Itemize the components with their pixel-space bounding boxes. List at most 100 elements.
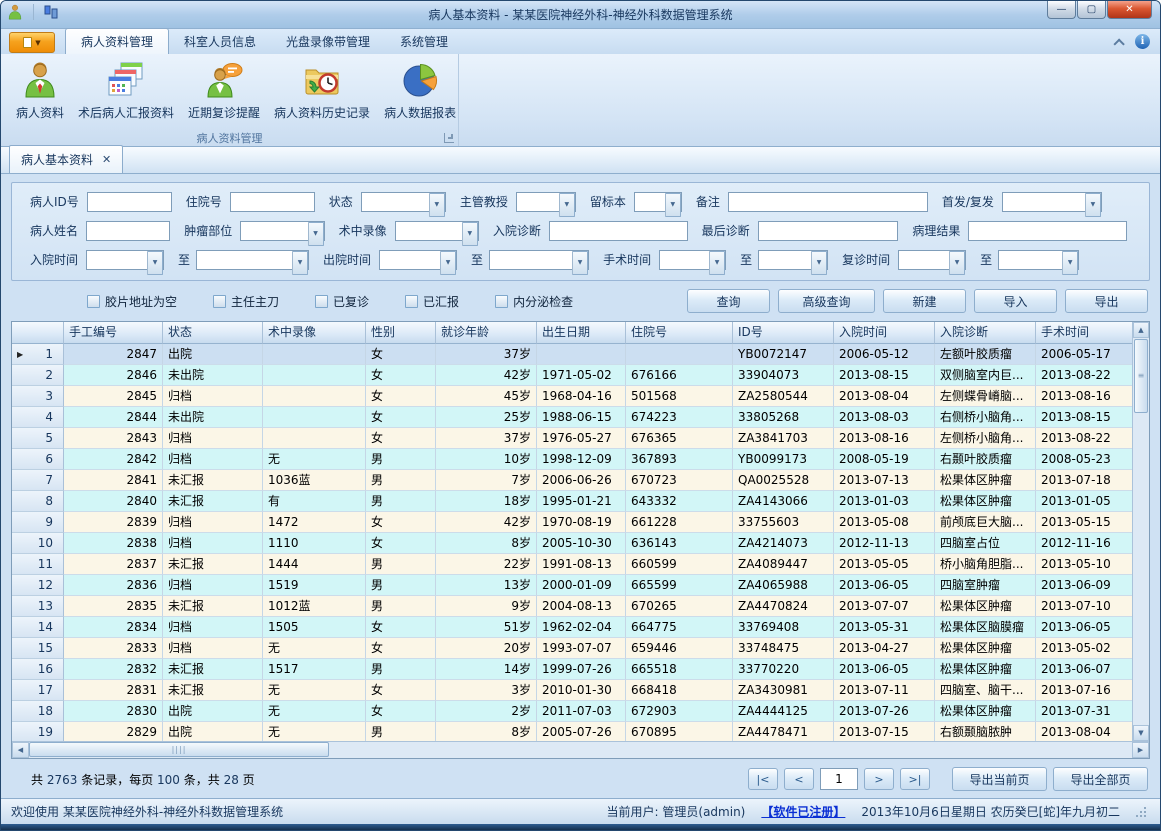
ribbon-button-2[interactable]: 术后病人汇报资料: [71, 57, 181, 123]
table-cell[interactable]: 2000-01-09: [537, 575, 626, 596]
dropdown-arrow-icon[interactable]: ▼: [308, 222, 324, 246]
prev-page-button[interactable]: <: [784, 768, 814, 790]
table-cell[interactable]: 2013-08-04: [1036, 722, 1132, 741]
table-row[interactable]: 22846未出院女42岁1971-05-02676166339040732013…: [12, 365, 1132, 386]
table-cell[interactable]: 2011-07-03: [537, 701, 626, 722]
table-cell[interactable]: 1968-04-16: [537, 386, 626, 407]
column-header[interactable]: 住院号: [626, 322, 733, 344]
dropdown-arrow-icon[interactable]: ▼: [1062, 251, 1078, 275]
patient-id-input[interactable]: [87, 192, 172, 212]
table-cell[interactable]: 33769408: [733, 617, 834, 638]
table-cell[interactable]: 男: [366, 575, 436, 596]
table-row[interactable]: 72841未汇报1036蓝男7岁2006-06-26670723QA002552…: [12, 470, 1132, 491]
table-cell[interactable]: 女: [366, 680, 436, 701]
table-cell[interactable]: 1517: [263, 659, 366, 680]
table-cell[interactable]: 42岁: [436, 365, 537, 386]
dropdown-arrow-icon[interactable]: ▼: [949, 251, 965, 275]
collapse-ribbon-icon[interactable]: [1113, 38, 1124, 49]
status-select[interactable]: ▼: [361, 192, 446, 212]
endocrine-exam-checkbox[interactable]: 内分泌检查: [495, 293, 573, 310]
table-row[interactable]: 32845归档女45岁1968-04-16501568ZA25805442013…: [12, 386, 1132, 407]
table-cell[interactable]: 1995-01-21: [537, 491, 626, 512]
table-cell[interactable]: 2005-07-26: [537, 722, 626, 741]
table-cell[interactable]: 676365: [626, 428, 733, 449]
table-cell[interactable]: 8岁: [436, 533, 537, 554]
table-cell[interactable]: 2012-11-16: [1036, 533, 1132, 554]
table-cell[interactable]: 10岁: [436, 449, 537, 470]
table-cell[interactable]: 1970-08-19: [537, 512, 626, 533]
surgery-video-select[interactable]: ▼: [395, 221, 479, 241]
table-cell[interactable]: 1505: [263, 617, 366, 638]
table-cell[interactable]: 左额叶胶质瘤: [935, 344, 1036, 365]
table-cell[interactable]: 女: [366, 428, 436, 449]
table-cell[interactable]: 2842: [64, 449, 163, 470]
table-cell[interactable]: 674223: [626, 407, 733, 428]
table-cell[interactable]: 2岁: [436, 701, 537, 722]
table-cell[interactable]: 女: [366, 344, 436, 365]
scroll-up-icon[interactable]: ▲: [1133, 322, 1149, 338]
table-cell[interactable]: 归档: [163, 617, 263, 638]
table-cell[interactable]: 2006-05-12: [834, 344, 935, 365]
first-page-button[interactable]: |<: [748, 768, 778, 790]
column-header[interactable]: 就诊年龄: [436, 322, 537, 344]
row-header[interactable]: ▶1: [12, 344, 64, 365]
table-cell[interactable]: 四脑室占位: [935, 533, 1036, 554]
table-cell[interactable]: 右颞叶胶质瘤: [935, 449, 1036, 470]
table-row[interactable]: 92839归档1472女42岁1970-08-19661228337556032…: [12, 512, 1132, 533]
table-cell[interactable]: 2830: [64, 701, 163, 722]
endocrine-exam-checkbox-box[interactable]: [495, 295, 508, 308]
table-cell[interactable]: 双侧脑室内巨...: [935, 365, 1036, 386]
table-cell[interactable]: 25岁: [436, 407, 537, 428]
row-header[interactable]: 19: [12, 722, 64, 741]
table-cell[interactable]: 2013-08-15: [834, 365, 935, 386]
discharge-date-to-select[interactable]: ▼: [489, 250, 589, 270]
table-cell[interactable]: 归档: [163, 638, 263, 659]
column-header[interactable]: 术中录像: [263, 322, 366, 344]
table-cell[interactable]: 1991-08-13: [537, 554, 626, 575]
table-cell[interactable]: 2008-05-19: [834, 449, 935, 470]
table-cell[interactable]: 松果体区肿瘤: [935, 596, 1036, 617]
film-address-empty-checkbox-box[interactable]: [87, 295, 100, 308]
table-cell[interactable]: 2013-04-27: [834, 638, 935, 659]
table-cell[interactable]: 2013-08-03: [834, 407, 935, 428]
followed-up-checkbox-box[interactable]: [315, 295, 328, 308]
table-cell[interactable]: 松果体区肿瘤: [935, 491, 1036, 512]
table-cell[interactable]: 女: [366, 701, 436, 722]
table-cell[interactable]: 女: [366, 407, 436, 428]
table-cell[interactable]: 归档: [163, 512, 263, 533]
table-cell[interactable]: 20岁: [436, 638, 537, 659]
row-header[interactable]: 4: [12, 407, 64, 428]
horizontal-scroll-thumb[interactable]: ||||: [29, 742, 329, 757]
table-cell[interactable]: 2013-05-15: [1036, 512, 1132, 533]
table-cell[interactable]: 2843: [64, 428, 163, 449]
info-icon[interactable]: i: [1135, 34, 1150, 49]
dropdown-arrow-icon[interactable]: ▼: [440, 251, 456, 275]
table-cell[interactable]: 8岁: [436, 722, 537, 741]
row-header[interactable]: 6: [12, 449, 64, 470]
chief-surgeon-checkbox-box[interactable]: [213, 295, 226, 308]
maximize-button[interactable]: ▢: [1077, 1, 1106, 19]
column-header[interactable]: 状态: [163, 322, 263, 344]
table-cell[interactable]: 1962-02-04: [537, 617, 626, 638]
table-cell[interactable]: 33770220: [733, 659, 834, 680]
reported-checkbox-box[interactable]: [405, 295, 418, 308]
table-cell[interactable]: [263, 386, 366, 407]
dropdown-arrow-icon[interactable]: ▼: [709, 251, 725, 275]
table-cell[interactable]: 1971-05-02: [537, 365, 626, 386]
table-row[interactable]: 122836归档1519男13岁2000-01-09665599ZA406598…: [12, 575, 1132, 596]
table-cell[interactable]: 676166: [626, 365, 733, 386]
table-cell[interactable]: [263, 428, 366, 449]
table-cell[interactable]: [263, 344, 366, 365]
table-row[interactable]: 82840未汇报有男18岁1995-01-21643332ZA414306620…: [12, 491, 1132, 512]
table-cell[interactable]: 2831: [64, 680, 163, 701]
table-cell[interactable]: 3岁: [436, 680, 537, 701]
export-button[interactable]: 导出: [1065, 289, 1148, 313]
table-row[interactable]: 162832未汇报1517男14岁1999-07-266655183377022…: [12, 659, 1132, 680]
table-cell[interactable]: 2013-06-09: [1036, 575, 1132, 596]
table-cell[interactable]: 女: [366, 617, 436, 638]
table-cell[interactable]: 2013-07-31: [1036, 701, 1132, 722]
table-cell[interactable]: 未汇报: [163, 680, 263, 701]
table-cell[interactable]: 2013-07-13: [834, 470, 935, 491]
table-cell[interactable]: 归档: [163, 533, 263, 554]
table-cell[interactable]: 2013-01-03: [834, 491, 935, 512]
